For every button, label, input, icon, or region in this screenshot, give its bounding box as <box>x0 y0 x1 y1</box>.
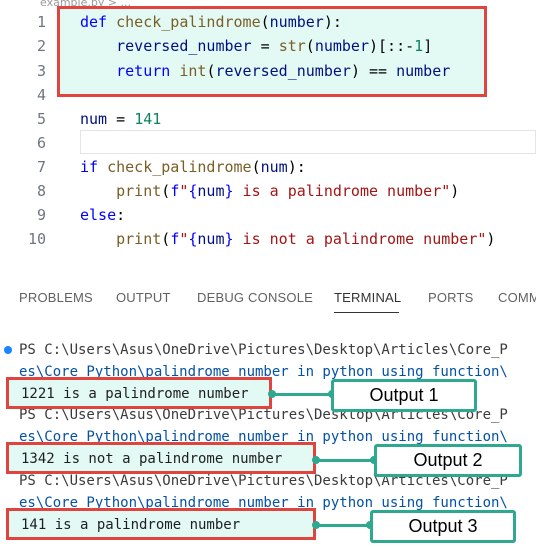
code-token: )[::- <box>369 37 415 55</box>
tab-terminal[interactable]: TERMINAL <box>334 290 401 305</box>
code-token: ( <box>161 230 171 248</box>
code-token: ) <box>450 182 460 200</box>
code-token: 1 <box>414 37 424 55</box>
code-token: print <box>116 182 162 200</box>
output-1-connector <box>268 390 336 398</box>
code-token: reversed_number <box>116 37 252 55</box>
code-token: if <box>80 158 108 176</box>
code-text: num = 141 <box>80 107 161 131</box>
code-token: ) == <box>350 62 397 80</box>
code-token: reversed_number <box>215 62 351 80</box>
code-token: ( <box>260 13 270 31</box>
code-token: str <box>278 37 306 55</box>
code-token: : <box>116 206 126 224</box>
output-3-text: 141 is a palindrome number <box>21 517 241 533</box>
tab-comments[interactable]: COMM <box>498 290 536 305</box>
tab-debug-console[interactable]: DEBUG CONSOLE <box>197 290 313 305</box>
line-number: 6 <box>36 134 46 152</box>
line-number: 8 <box>36 182 46 200</box>
code-token: } <box>224 182 234 200</box>
code-text: print(f"{num} is a palindrome number") <box>80 179 459 203</box>
tab-ports[interactable]: PORTS <box>428 290 474 305</box>
code-line[interactable]: 9 else: <box>0 203 536 227</box>
code-text: else: <box>80 203 125 227</box>
code-line[interactable]: 1 def check_palindrome(number): <box>0 10 536 34</box>
code-token: print <box>116 230 162 248</box>
tab-problems[interactable]: PROBLEMS <box>19 290 93 305</box>
code-line[interactable]: 2 reversed_number = str(number)[::-1] <box>0 34 536 58</box>
output-2-highlight: 1342 is not a palindrome number <box>6 442 316 474</box>
code-token: ): <box>287 158 306 176</box>
code-token: check_palindrome <box>107 158 252 176</box>
output-2-connector <box>312 456 378 464</box>
code-token: def <box>80 13 117 31</box>
output-1-highlight: 1221 is a palindrome number <box>6 377 272 409</box>
code-token: else <box>80 206 117 224</box>
output-3-connector <box>312 521 374 529</box>
code-text: reversed_number = str(number)[::-1] <box>80 34 432 58</box>
output-2-text: 1342 is not a palindrome number <box>21 451 283 467</box>
code-token: number <box>396 62 451 80</box>
line-number: 10 <box>27 230 46 248</box>
code-token: } <box>224 230 234 248</box>
output-2-callout: Output 2 <box>374 444 522 477</box>
code-line[interactable]: 6 <box>0 131 536 155</box>
code-line[interactable]: 3 return int(reversed_number) == number <box>0 59 536 83</box>
line-number: 5 <box>36 110 46 128</box>
tab-output[interactable]: OUTPUT <box>116 290 171 305</box>
output-1-text: 1221 is a palindrome number <box>21 386 249 402</box>
code-token: return <box>116 62 180 80</box>
code-token: ( <box>161 182 171 200</box>
output-3-highlight: 141 is a palindrome number <box>6 508 316 540</box>
code-line[interactable]: 10 print(f"{num} is not a palindrome num… <box>0 227 536 251</box>
code-token: ): <box>323 13 342 31</box>
output-1-callout: Output 1 <box>331 379 477 412</box>
code-token: check_palindrome <box>116 13 261 31</box>
code-token: ( <box>305 37 315 55</box>
line-number: 9 <box>36 206 46 224</box>
code-token: number <box>314 37 369 55</box>
code-text: return int(reversed_number) == number <box>80 59 450 83</box>
code-token: = <box>251 37 279 55</box>
code-line[interactable]: 8 print(f"{num} is a palindrome number") <box>0 179 536 203</box>
code-token: f <box>170 182 180 200</box>
code-text: if check_palindrome(num): <box>80 155 306 179</box>
code-token: is a palindrome number" <box>233 182 451 200</box>
code-token: number <box>269 13 324 31</box>
code-text: print(f"{num} is not a palindrome number… <box>80 227 495 251</box>
code-token: num <box>197 230 225 248</box>
active-tab-indicator <box>334 312 399 313</box>
code-line[interactable]: 4 <box>0 83 536 107</box>
code-line[interactable]: 5 num = 141 <box>0 107 536 131</box>
output-3-callout: Output 3 <box>370 510 516 543</box>
code-token: num <box>197 182 225 200</box>
line-number: 2 <box>36 37 46 55</box>
code-token: int <box>179 62 207 80</box>
code-token: num <box>80 110 108 128</box>
line-number: 3 <box>36 62 46 80</box>
command-status-dot-icon <box>4 346 12 354</box>
line-number: 1 <box>36 13 46 31</box>
code-token: num <box>260 158 288 176</box>
panel-tab-bar: PROBLEMS OUTPUT DEBUG CONSOLE TERMINAL P… <box>0 280 536 316</box>
code-text: def check_palindrome(number): <box>80 10 342 34</box>
code-token: 141 <box>134 110 162 128</box>
code-token: ( <box>251 158 261 176</box>
line-number: 7 <box>36 158 46 176</box>
code-token: ) <box>486 230 496 248</box>
code-line[interactable]: 7 if check_palindrome(num): <box>0 155 536 179</box>
code-editor[interactable]: example.py > ... 1 def check_palindrome(n… <box>0 0 536 270</box>
code-token: = <box>107 110 135 128</box>
code-token: is not a palindrome number" <box>233 230 487 248</box>
terminal-panel[interactable]: PS C:\Users\Asus\OneDrive\Pictures\Deskt… <box>0 320 536 547</box>
code-token: ] <box>423 37 433 55</box>
line-number: 4 <box>36 86 46 104</box>
code-token: f <box>170 230 180 248</box>
terminal-prompt-line: PS C:\Users\Asus\OneDrive\Pictures\Deskt… <box>19 342 508 358</box>
